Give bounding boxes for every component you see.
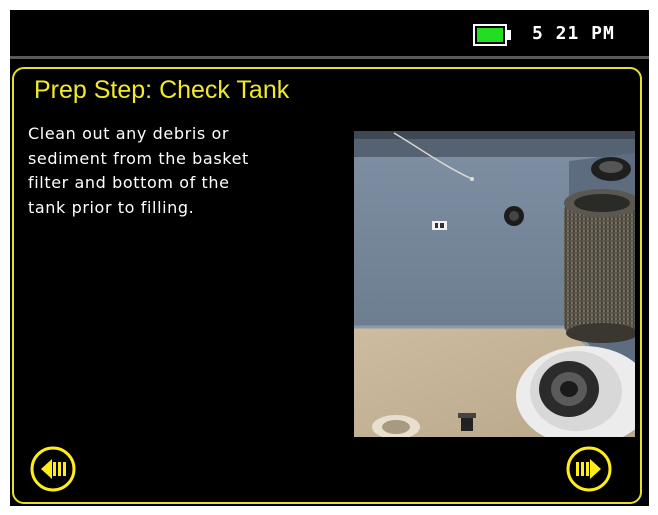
- status-time: 5 21 PM: [532, 23, 615, 44]
- page-title: Prep Step: Check Tank: [34, 76, 290, 104]
- instruction-line: sediment from the basket: [28, 148, 249, 168]
- step-instructions: Clean out any debris or sediment from th…: [28, 122, 348, 220]
- battery-icon: [473, 24, 507, 46]
- arrow-left-icon: [30, 446, 76, 492]
- previous-button[interactable]: [30, 446, 76, 492]
- instruction-line: tank prior to filling.: [28, 197, 195, 217]
- instruction-line: filter and bottom of the: [28, 173, 230, 192]
- next-button[interactable]: [566, 446, 612, 492]
- battery-level: [477, 28, 503, 42]
- device-screen: 5 21 PM Prep Step: Check Tank Clean out …: [10, 10, 649, 506]
- arrow-right-icon: [566, 446, 612, 492]
- tank-photo: [354, 131, 635, 437]
- status-bar: 5 21 PM: [10, 10, 649, 59]
- instruction-line: Clean out any debris or: [28, 124, 230, 143]
- battery-tip: [507, 30, 511, 40]
